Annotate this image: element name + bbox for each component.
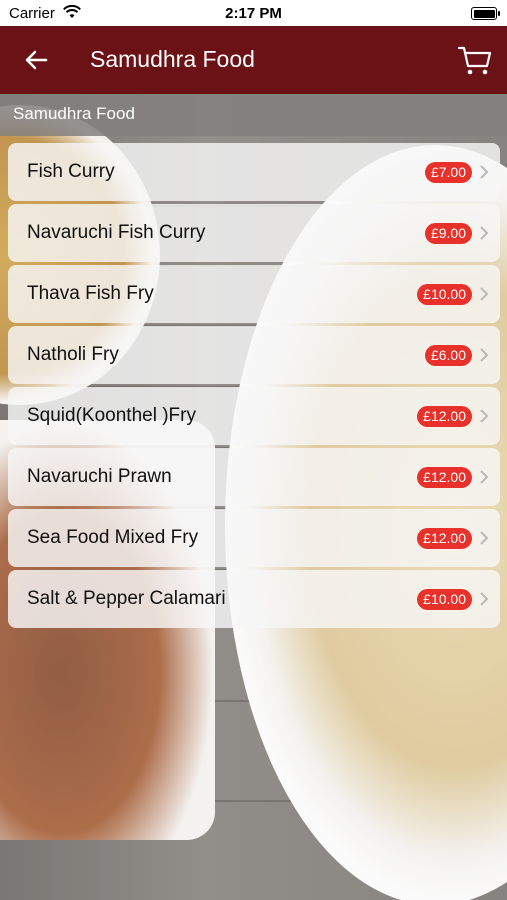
battery-icon xyxy=(471,7,500,20)
price-badge: £12.00 xyxy=(417,528,472,549)
menu-item-name: Salt & Pepper Calamari xyxy=(27,588,226,609)
price-badge: £7.00 xyxy=(424,162,472,183)
page-title: Samudhra Food xyxy=(90,46,255,72)
menu-item-name: Squid(Koonthel )Fry xyxy=(27,405,196,426)
menu-item-name: Thava Fish Fry xyxy=(27,283,154,304)
arrow-left-icon[interactable] xyxy=(20,44,52,76)
cart-icon[interactable] xyxy=(457,42,493,78)
chevron-right-icon xyxy=(478,590,490,608)
menu-item[interactable]: Squid(Koonthel )Fry £12.00 xyxy=(8,387,500,445)
chevron-right-icon xyxy=(478,407,490,425)
chevron-right-icon xyxy=(478,468,490,486)
menu-item-name: Fish Curry xyxy=(27,161,115,182)
menu-item[interactable]: Navaruchi Fish Curry £9.00 xyxy=(8,204,500,262)
price-badge: £12.00 xyxy=(417,406,472,427)
navigation-bar: Samudhra Food xyxy=(0,26,507,94)
section-title: Samudhra Food xyxy=(13,104,135,123)
menu-item-name: Natholi Fry xyxy=(27,344,119,365)
chevron-right-icon xyxy=(478,285,490,303)
menu-item[interactable]: Sea Food Mixed Fry £12.00 xyxy=(8,509,500,567)
menu-item[interactable]: Thava Fish Fry £10.00 xyxy=(8,265,500,323)
menu-item[interactable]: Fish Curry £7.00 xyxy=(8,143,500,201)
status-time: 2:17 PM xyxy=(225,5,282,22)
price-badge: £10.00 xyxy=(417,589,472,610)
menu-item[interactable]: Natholi Fry £6.00 xyxy=(8,326,500,384)
section-header: Samudhra Food xyxy=(0,94,507,136)
price-badge: £6.00 xyxy=(424,345,472,366)
menu-item[interactable]: Salt & Pepper Calamari £10.00 xyxy=(8,570,500,628)
price-badge: £10.00 xyxy=(417,284,472,305)
price-badge: £9.00 xyxy=(424,223,472,244)
menu-item-name: Navaruchi Prawn xyxy=(27,466,172,487)
menu-item[interactable]: Navaruchi Prawn £12.00 xyxy=(8,448,500,506)
menu-list: Fish Curry £7.00 Navaruchi Fish Curry £9… xyxy=(8,143,500,631)
chevron-right-icon xyxy=(478,224,490,242)
status-bar: Carrier 2:17 PM xyxy=(0,0,507,26)
chevron-right-icon xyxy=(478,163,490,181)
chevron-right-icon xyxy=(478,529,490,547)
price-badge: £12.00 xyxy=(417,467,472,488)
chevron-right-icon xyxy=(478,346,490,364)
menu-item-name: Sea Food Mixed Fry xyxy=(27,527,199,548)
menu-item-name: Navaruchi Fish Curry xyxy=(27,222,206,243)
